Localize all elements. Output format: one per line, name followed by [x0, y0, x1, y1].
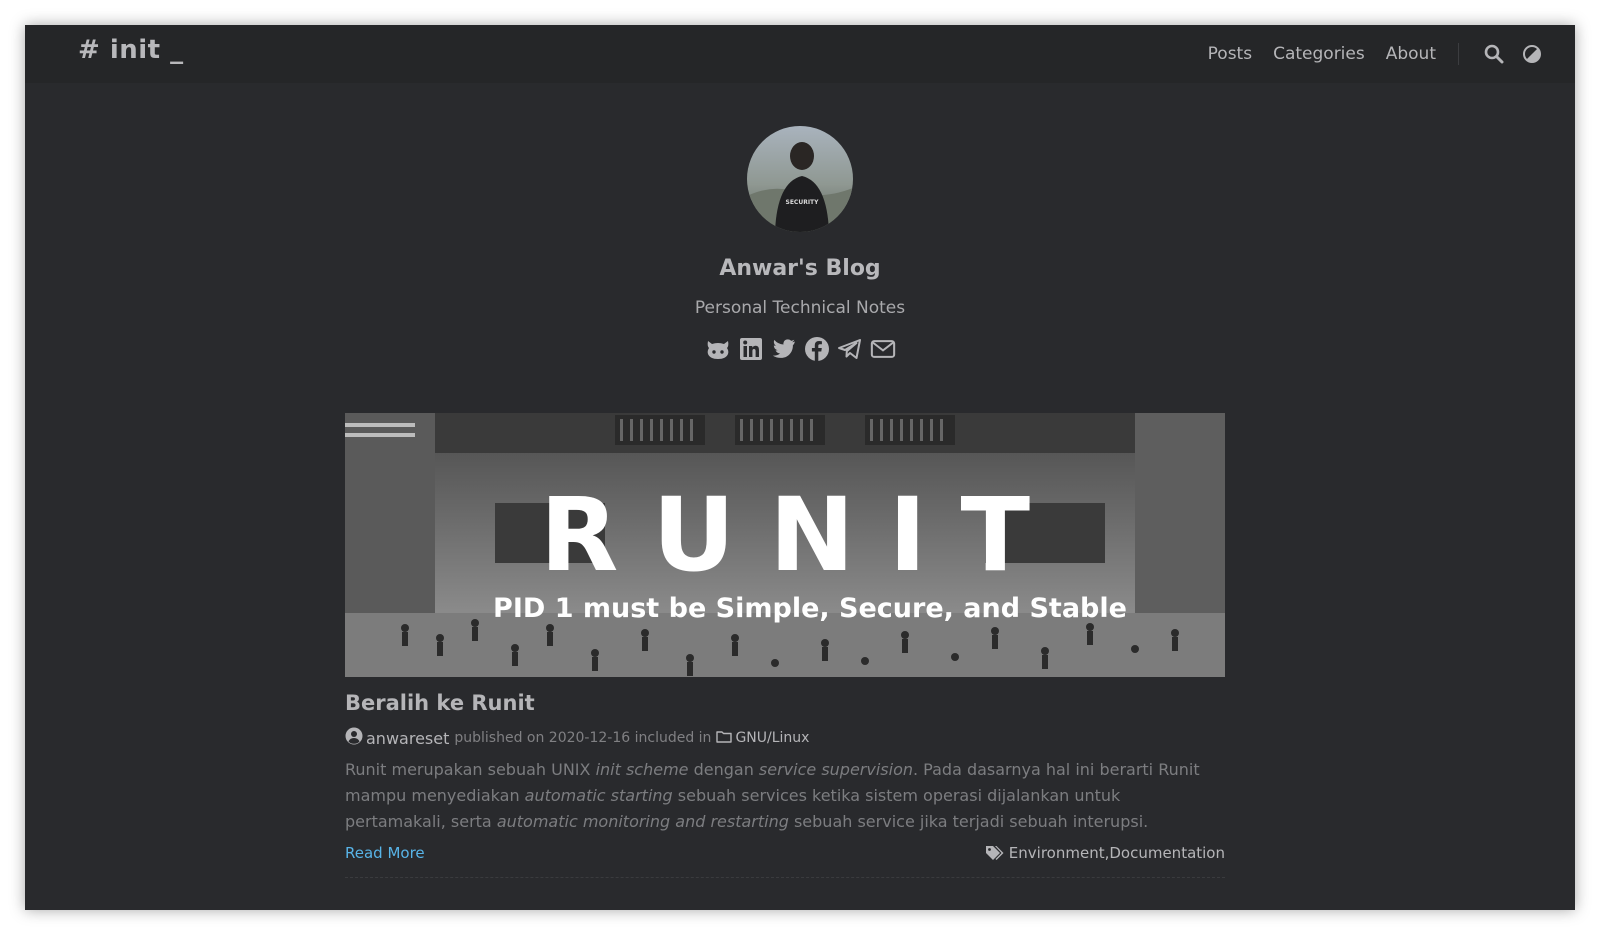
- header: # init _ Posts Categories About: [25, 25, 1575, 83]
- search-icon[interactable]: [1481, 41, 1507, 67]
- user-icon: [345, 727, 363, 749]
- nav-categories[interactable]: Categories: [1273, 44, 1365, 64]
- tags-icon: [985, 845, 1005, 861]
- nav-about[interactable]: About: [1386, 44, 1436, 64]
- post-cover-image[interactable]: RUNIT PID 1 must be Simple, Secure, and …: [345, 413, 1225, 677]
- tag-documentation[interactable]: Documentation: [1109, 844, 1225, 862]
- svg-text:SECURITY: SECURITY: [786, 199, 820, 206]
- telegram-icon[interactable]: [837, 336, 863, 362]
- blog-title: Anwar's Blog: [719, 256, 881, 281]
- nav-divider: [1458, 43, 1459, 65]
- post-card: RUNIT PID 1 must be Simple, Secure, and …: [345, 413, 1225, 878]
- profile: SECURITY Anwar's Blog Personal Technical…: [25, 126, 1575, 362]
- email-icon[interactable]: [870, 336, 896, 362]
- linkedin-icon[interactable]: [738, 336, 764, 362]
- post-title[interactable]: Beralih ke Runit: [345, 691, 1225, 715]
- post-published-text: published on 2020-12-16 included in: [454, 730, 712, 746]
- cover-title: RUNIT: [539, 476, 1065, 595]
- avatar: SECURITY: [747, 126, 853, 232]
- github-icon[interactable]: [705, 336, 731, 362]
- post-tags: Environment, Documentation: [985, 844, 1225, 862]
- facebook-icon[interactable]: [804, 336, 830, 362]
- read-more-link[interactable]: Read More: [345, 844, 425, 862]
- nav-posts[interactable]: Posts: [1208, 44, 1252, 64]
- post-author[interactable]: anwareset: [366, 729, 449, 748]
- post-summary: Runit merupakan sebuah UNIX init scheme …: [345, 760, 1200, 831]
- nav: Posts Categories About: [1187, 25, 1545, 83]
- folder-icon: [716, 730, 733, 747]
- tag-environment[interactable]: Environment: [1009, 844, 1105, 862]
- theme-toggle-icon[interactable]: [1519, 41, 1545, 67]
- twitter-icon[interactable]: [771, 336, 797, 362]
- post-meta: anwareset published on 2020-12-16 includ…: [345, 727, 1225, 749]
- post-category[interactable]: GNU/Linux: [716, 730, 809, 747]
- post-footer: Read More Environment, Documentation: [345, 844, 1225, 862]
- post-divider: [345, 877, 1225, 878]
- site-logo[interactable]: # init _: [78, 35, 184, 65]
- page: # init _ Posts Categories About SECURITY…: [25, 25, 1575, 910]
- cover-subtitle: PID 1 must be Simple, Secure, and Stable: [493, 593, 1127, 624]
- social-links: [25, 336, 1575, 362]
- post-category-label: GNU/Linux: [735, 730, 810, 746]
- blog-subtitle: Personal Technical Notes: [694, 298, 906, 318]
